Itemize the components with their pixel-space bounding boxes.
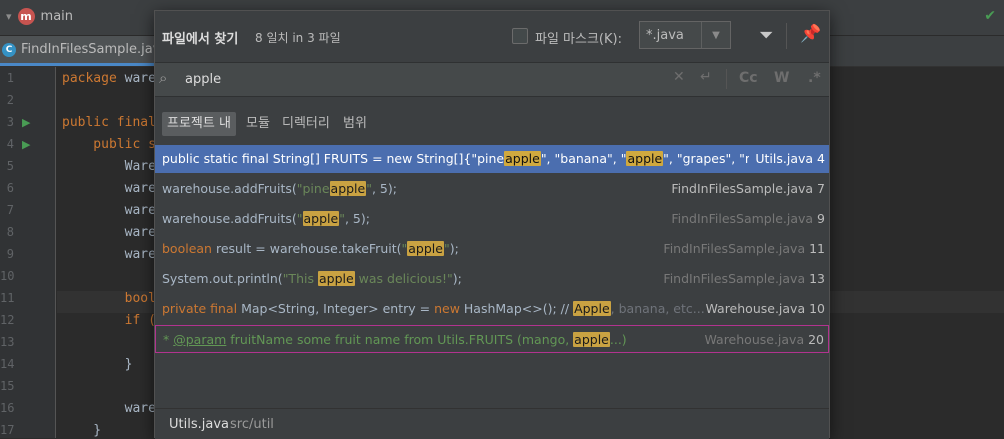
chevron-down-icon[interactable]: ▼ xyxy=(701,22,730,48)
code-line: ware xyxy=(62,247,156,262)
scope-tabs: 프로젝트 내 모듈 디렉터리 범위 xyxy=(155,109,829,137)
tab-label: FindInFilesSample.java xyxy=(21,42,169,57)
result-row[interactable]: warehouse.addFruits("pineapple", 5); Fin… xyxy=(155,175,829,203)
file-mask-combo[interactable]: *.java ▼ xyxy=(639,21,731,49)
divider xyxy=(726,69,727,89)
clear-icon[interactable]: ✕ xyxy=(673,69,685,85)
line-number: 4 xyxy=(6,137,14,151)
popup-title: 파일에서 찾기 xyxy=(162,32,239,47)
result-file: FindInFilesSample.java 7 xyxy=(671,181,825,196)
chevron-down-icon: ▾ xyxy=(6,10,12,23)
line-gutter: 1 2 3 4 5 6 7 8 9 10 11 12 13 14 15 16 1… xyxy=(0,67,56,438)
result-file: Warehouse.java 20 xyxy=(704,332,824,347)
line-number: 11 xyxy=(0,291,15,305)
run-icon[interactable]: ▶ xyxy=(22,116,30,129)
line-number: 2 xyxy=(6,93,14,107)
file-mask-value: *.java xyxy=(646,28,684,43)
result-row[interactable]: public static final String[] FRUITS = ne… xyxy=(155,145,829,173)
result-file: FindInFilesSample.java 9 xyxy=(671,211,825,226)
code-line: ware xyxy=(62,203,156,218)
result-row[interactable]: private final Map<String, Integer> entry… xyxy=(155,295,829,323)
result-code: public static final String[] FRUITS = ne… xyxy=(162,151,770,166)
code-line: ware xyxy=(62,181,156,196)
branch-label: main xyxy=(40,9,74,24)
code-line: ware xyxy=(62,401,156,416)
preview-file-name: Utils.java xyxy=(169,417,229,432)
tab-project[interactable]: 프로젝트 내 xyxy=(162,112,236,136)
preview-file-path: src/util xyxy=(230,417,274,432)
check-icon[interactable]: ✔ xyxy=(984,8,996,24)
result-file: FindInFilesSample.java 11 xyxy=(663,241,825,256)
result-row[interactable]: boolean result = warehouse.takeFruit("ap… xyxy=(155,235,829,263)
tab-directory[interactable]: 디렉터리 xyxy=(277,112,335,136)
newline-icon[interactable]: ↵ xyxy=(700,69,712,85)
code-line: } xyxy=(62,357,133,372)
result-file: FindInFilesSample.java 13 xyxy=(663,271,825,286)
preview-header: Utils.java src/util xyxy=(155,408,829,439)
result-code: * @param fruitName some fruit name from … xyxy=(163,332,627,347)
line-number: 14 xyxy=(0,357,15,371)
pin-icon[interactable]: 📌 xyxy=(800,24,821,44)
line-number: 8 xyxy=(6,225,14,239)
code-line: package ware xyxy=(62,71,156,86)
run-icon[interactable]: ▶ xyxy=(22,138,30,151)
tab-module[interactable]: 모듈 xyxy=(241,112,275,136)
match-case-toggle[interactable]: Cc xyxy=(739,70,758,86)
code-line: public s xyxy=(62,137,156,152)
result-row[interactable]: * @param fruitName some fruit name from … xyxy=(155,325,829,353)
search-bar: ⌕ ✕ ↵ Cc W .* xyxy=(155,62,829,97)
find-in-files-popup: 파일에서 찾기 8 일치 in 3 파일 파일 마스크(K): *.java ▼… xyxy=(154,10,830,439)
line-number: 17 xyxy=(0,423,15,437)
code-line: ware xyxy=(62,225,156,240)
result-code: warehouse.addFruits("pineapple", 5); xyxy=(162,181,397,196)
result-code: warehouse.addFruits("apple", 5); xyxy=(162,211,370,226)
result-row[interactable]: System.out.println("This apple was delic… xyxy=(155,265,829,293)
search-icon[interactable]: ⌕ xyxy=(159,69,167,87)
line-number: 9 xyxy=(6,247,14,261)
divider xyxy=(786,23,787,49)
match-count: 8 일치 in 3 파일 xyxy=(255,31,341,45)
filter-icon[interactable]: ⏷ xyxy=(759,25,773,46)
result-file: Utils.java 4 xyxy=(749,145,825,173)
code-line: public final xyxy=(62,115,156,130)
line-number: 13 xyxy=(0,335,15,349)
popup-header: 파일에서 찾기 8 일치 in 3 파일 파일 마스크(K): *.java ▼… xyxy=(155,11,829,61)
line-number: 12 xyxy=(0,313,15,327)
code-line: bool xyxy=(62,291,156,306)
tab-scope[interactable]: 범위 xyxy=(338,112,372,136)
branch-selector[interactable]: ▾ m main xyxy=(6,8,73,25)
result-row[interactable]: warehouse.addFruits("apple", 5); FindInF… xyxy=(155,205,829,233)
result-code: boolean result = warehouse.takeFruit("ap… xyxy=(162,241,459,256)
code-line: } xyxy=(62,423,102,438)
line-number: 5 xyxy=(6,159,14,173)
branch-badge-icon: m xyxy=(17,8,35,25)
result-code: System.out.println("This apple was delic… xyxy=(162,271,462,286)
line-number: 3 xyxy=(6,115,14,129)
code-line: Ware xyxy=(62,159,156,174)
code-line: if ( xyxy=(62,313,156,328)
line-number: 7 xyxy=(6,203,14,217)
line-number: 16 xyxy=(0,401,15,415)
class-icon: C xyxy=(2,42,16,57)
line-number: 10 xyxy=(0,269,15,283)
result-code: private final Map<String, Integer> entry… xyxy=(162,301,705,316)
regex-toggle[interactable]: .* xyxy=(808,70,821,86)
line-number: 15 xyxy=(0,379,15,393)
tab-findinfilessample[interactable]: C FindInFilesSample.java xyxy=(0,36,175,66)
whole-word-toggle[interactable]: W xyxy=(774,70,789,86)
line-number: 6 xyxy=(6,181,14,195)
result-file: Warehouse.java 10 xyxy=(705,301,825,316)
file-mask-checkbox[interactable] xyxy=(512,28,528,44)
file-mask-label[interactable]: 파일 마스크(K): xyxy=(535,28,622,47)
line-number: 1 xyxy=(6,71,14,85)
search-input[interactable] xyxy=(185,68,585,90)
